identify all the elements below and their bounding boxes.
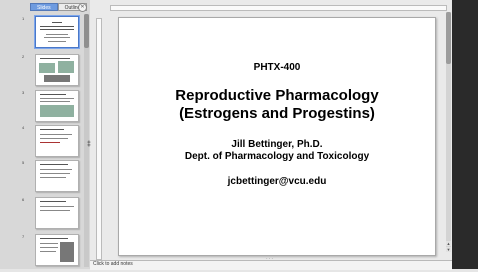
- slide-thumbnail-7[interactable]: 7: [0, 234, 84, 272]
- slide-thumbnail-3[interactable]: 3: [0, 90, 84, 128]
- window-edge: [452, 0, 478, 269]
- slide-thumbnail-4[interactable]: 4: [0, 125, 84, 163]
- slide-number: 6: [22, 197, 25, 202]
- slide-thumbnail-1[interactable]: 1: [0, 16, 84, 54]
- slide-number: 4: [22, 125, 25, 130]
- sidebar-scroll-thumb[interactable]: [84, 14, 89, 48]
- slide-preview[interactable]: [35, 197, 79, 229]
- slide-number: 3: [22, 90, 25, 95]
- department[interactable]: Dept. of Pharmacology and Toxicology: [119, 151, 435, 162]
- presenter-name[interactable]: Jill Bettinger, Ph.D.: [119, 139, 435, 150]
- slide-canvas[interactable]: PHTX-400 Reproductive Pharmacology (Estr…: [118, 17, 436, 256]
- tab-slides[interactable]: Slides: [30, 3, 58, 11]
- previous-slide-icon[interactable]: ▲: [446, 241, 451, 246]
- next-slide-icon[interactable]: ▼: [446, 247, 451, 252]
- slide-thumbnail-6[interactable]: 6: [0, 197, 84, 235]
- horizontal-ruler[interactable]: [110, 5, 447, 11]
- slide-preview[interactable]: [35, 234, 79, 266]
- resize-handle[interactable]: ···: [266, 257, 274, 262]
- slide-number: 5: [22, 160, 25, 165]
- slide-thumbnail-5[interactable]: 5: [0, 160, 84, 198]
- course-code[interactable]: PHTX-400: [119, 62, 435, 73]
- slide-number: 1: [22, 16, 25, 21]
- slide-number: 7: [22, 234, 25, 239]
- vertical-ruler[interactable]: [96, 18, 102, 260]
- email[interactable]: jcbettinger@vcu.edu: [119, 176, 435, 187]
- editor-scroll-thumb[interactable]: [446, 12, 451, 64]
- slide-title-line-2[interactable]: (Estrogens and Progestins): [119, 105, 435, 122]
- slide-preview[interactable]: [35, 54, 79, 86]
- slide-preview[interactable]: [35, 125, 79, 157]
- slide-preview[interactable]: [35, 160, 79, 192]
- slide-preview[interactable]: [35, 90, 79, 122]
- slide-title-line-1[interactable]: Reproductive Pharmacology: [119, 87, 435, 104]
- splitter-handle[interactable]: ‡: [87, 141, 93, 149]
- slide-thumbnail-2[interactable]: 2: [0, 54, 84, 92]
- slide-preview[interactable]: [35, 16, 79, 48]
- notes-placeholder[interactable]: Click to add notes: [93, 261, 133, 268]
- slide-number: 2: [22, 54, 25, 59]
- close-icon[interactable]: ✕: [78, 3, 87, 12]
